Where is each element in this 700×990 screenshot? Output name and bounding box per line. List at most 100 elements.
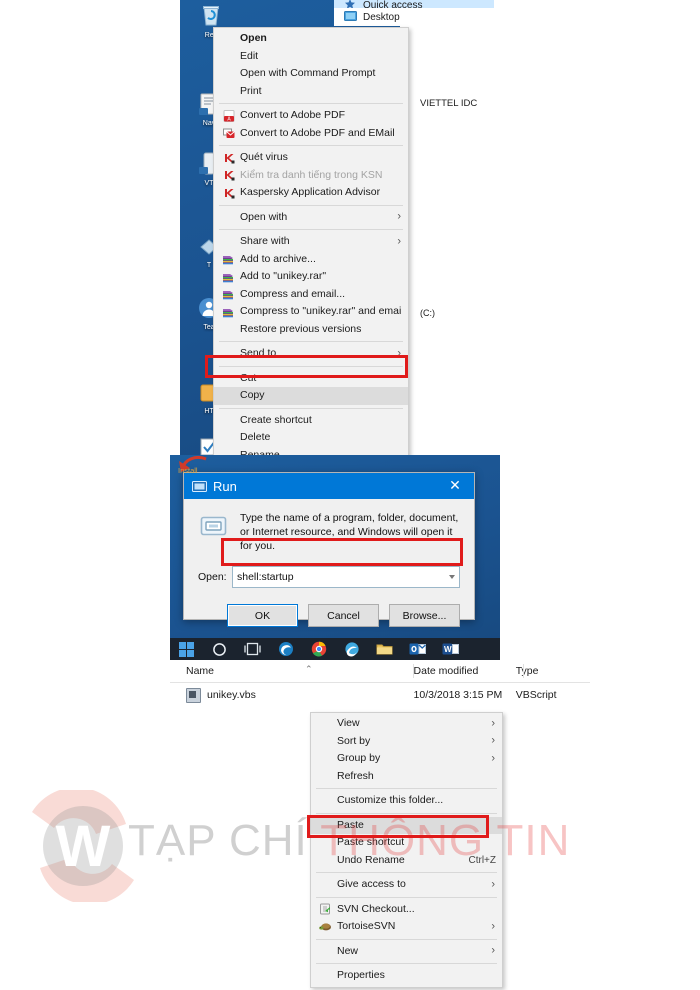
menu-item-icon-none (317, 969, 334, 983)
menu-item-label: Kiểm tra danh tiếng trong KSN (240, 168, 383, 181)
winrar-icon (220, 270, 237, 284)
menu-item-restore-previous-versions[interactable]: Restore previous versions (214, 321, 408, 339)
column-header-date-modified[interactable]: Date modified (414, 665, 516, 677)
menu-item-group-by[interactable]: Group by › (311, 750, 502, 768)
menu-item-kaspersky-application-advisor[interactable]: Kaspersky Application Advisor (214, 184, 408, 202)
menu-item-open-with[interactable]: Open with › (214, 209, 408, 227)
menu-item-print[interactable]: Print (214, 83, 408, 101)
menu-item-open[interactable]: Open (214, 30, 408, 48)
menu-item-icon-none (220, 67, 237, 81)
browse-button[interactable]: Browse... (389, 604, 460, 627)
menu-item-compress-to-unikey-rar-and-email[interactable]: Compress to "unikey.rar" and email (214, 303, 408, 321)
run-open-input[interactable] (233, 568, 459, 586)
menu-item-edit[interactable]: Edit (214, 48, 408, 66)
word-icon[interactable]: W (434, 638, 467, 660)
menu-item-cut[interactable]: Cut (214, 370, 408, 388)
menu-separator (219, 229, 403, 230)
menu-item-label: Compress to "unikey.rar" and email (240, 305, 402, 317)
taskbar[interactable]: W (170, 638, 500, 660)
menu-item-add-to-archive[interactable]: Add to archive... (214, 251, 408, 269)
column-header-name[interactable]: Name ⌃ (170, 664, 414, 677)
menu-item-convert-to-adobe-pdf-and-email[interactable]: Convert to Adobe PDF and EMail (214, 125, 408, 143)
run-dialog-titlebar: Run ✕ (184, 473, 474, 499)
menu-separator (219, 365, 403, 367)
menu-item-qu-t-virus[interactable]: Quét virus (214, 149, 408, 167)
menu-item-icon-none (220, 32, 237, 46)
explorer-nav-label-viettel: VIETTEL IDC (420, 98, 478, 109)
chevron-right-icon: › (491, 878, 495, 891)
column-divider[interactable] (413, 664, 414, 678)
menu-item-give-access-to[interactable]: Give access to › (311, 876, 502, 894)
cancel-button[interactable]: Cancel (308, 604, 379, 627)
internet-explorer-icon[interactable] (335, 638, 368, 660)
menu-item-paste[interactable]: Paste (311, 816, 502, 834)
chrome-icon[interactable] (302, 638, 335, 660)
menu-item-label: Properties (337, 969, 385, 981)
sort-ascending-icon: ⌃ (305, 664, 313, 674)
menu-item-label: Give access to (337, 878, 406, 890)
menu-item-refresh[interactable]: Refresh (311, 768, 502, 786)
column-header-type[interactable]: Type (516, 665, 590, 677)
file-date-cell: 10/3/2018 3:15 PM (413, 689, 503, 701)
menu-item-paste-shortcut[interactable]: Paste shortcut (311, 834, 502, 852)
chevron-right-icon: › (397, 347, 401, 360)
menu-item-add-to-unikey-rar[interactable]: Add to "unikey.rar" (214, 268, 408, 286)
file-name-cell[interactable]: unikey.vbs (170, 687, 414, 703)
close-icon[interactable]: ✕ (436, 473, 474, 499)
file-context-menu[interactable]: Open Edit Open with Command Prompt Print A Co… (213, 27, 409, 492)
menu-item-view[interactable]: View › (311, 715, 502, 733)
menu-item-icon-none (220, 389, 237, 403)
winrar-icon (220, 305, 237, 319)
menu-item-icon-none (220, 431, 237, 445)
menu-item-properties[interactable]: Properties (311, 967, 502, 985)
menu-item-label: Sort by (337, 734, 371, 747)
menu-item-convert-to-adobe-pdf[interactable]: A Convert to Adobe PDF (214, 107, 408, 125)
menu-item-new[interactable]: New › (311, 943, 502, 961)
table-row[interactable]: unikey.vbs 10/3/2018 3:15 PM VBScript (170, 683, 590, 707)
chevron-right-icon: › (491, 944, 495, 957)
menu-item-icon-none (220, 413, 237, 427)
desktop-icon-install-2[interactable]: Install (176, 452, 224, 475)
kaspersky-icon (220, 168, 237, 182)
edge-icon[interactable] (269, 638, 302, 660)
start-button[interactable] (170, 638, 203, 660)
menu-item-icon-none (220, 371, 237, 385)
run-dialog[interactable]: Run ✕ Type the name of a program, folder… (183, 472, 475, 627)
menu-item-label: New (337, 944, 359, 957)
menu-item-customize-this-folder[interactable]: Customize this folder... (311, 792, 502, 810)
svn-checkout-icon (317, 902, 334, 916)
nav-item-desktop[interactable]: Desktop (334, 8, 494, 26)
menu-item-icon-none (317, 944, 334, 958)
menu-item-ki-m-tra-danh-ti-ng-trong-ksn: Kiểm tra danh tiếng trong KSN (214, 167, 408, 185)
menu-item-svn-checkout[interactable]: SVN Checkout... (311, 901, 502, 919)
menu-separator (219, 145, 403, 146)
outlook-icon[interactable] (401, 638, 434, 660)
folder-context-menu[interactable]: View › Sort by › Group by › Refresh Customize t… (310, 712, 503, 988)
menu-item-icon-none (317, 717, 334, 731)
menu-separator (219, 204, 403, 206)
chevron-down-icon[interactable] (449, 575, 455, 579)
run-open-combobox[interactable] (232, 566, 460, 588)
menu-item-compress-and-email[interactable]: Compress and email... (214, 286, 408, 304)
menu-item-share-with[interactable]: Share with › (214, 233, 408, 251)
menu-item-icon-none (220, 347, 237, 361)
ok-button[interactable]: OK (227, 604, 298, 627)
menu-item-copy[interactable]: Copy (214, 387, 408, 405)
file-explorer-icon[interactable] (368, 638, 401, 660)
menu-item-create-shortcut[interactable]: Create shortcut (214, 412, 408, 430)
winrar-icon (220, 287, 237, 301)
menu-item-delete[interactable]: Delete (214, 429, 408, 447)
menu-item-label: Add to archive... (240, 252, 316, 265)
file-list-header: Name ⌃ Date modified Type (170, 660, 590, 683)
task-view-icon[interactable] (236, 638, 269, 660)
menu-item-label: Print (240, 84, 262, 97)
menu-item-undo-rename[interactable]: Undo Rename Ctrl+Z (311, 852, 502, 870)
menu-item-sort-by[interactable]: Sort by › (311, 733, 502, 751)
menu-item-send-to[interactable]: Send to › (214, 345, 408, 363)
menu-item-tortoisesvn[interactable]: TortoiseSVN › (311, 918, 502, 936)
menu-item-open-with-command-prompt[interactable]: Open with Command Prompt (214, 65, 408, 83)
column-divider[interactable] (523, 664, 524, 678)
chevron-right-icon: › (491, 752, 495, 765)
menu-item-label: Quét virus (240, 151, 288, 163)
search-circle-icon[interactable] (203, 638, 236, 660)
